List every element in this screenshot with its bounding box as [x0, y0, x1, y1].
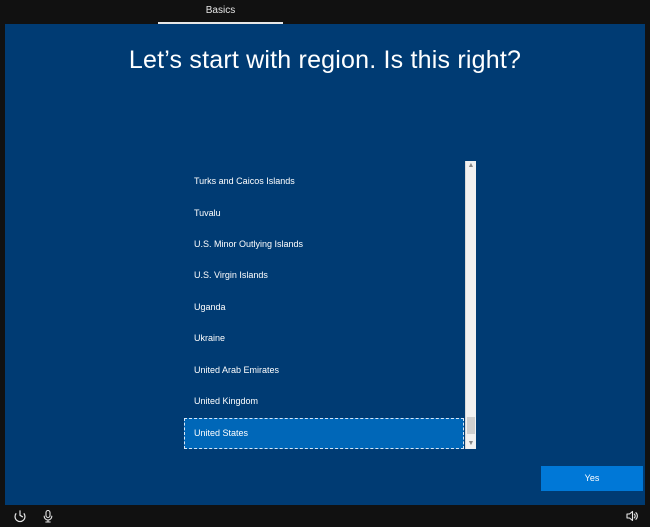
ease-of-access-icon[interactable] [13, 509, 27, 523]
region-option-tuvalu[interactable]: Tuvalu [184, 198, 464, 229]
region-list-scrollbar[interactable]: ▲ ▼ [465, 161, 476, 449]
region-option-us-minor-outlying-islands[interactable]: U.S. Minor Outlying Islands [184, 229, 464, 260]
region-option-united-arab-emirates[interactable]: United Arab Emirates [184, 355, 464, 386]
scroll-down-arrow-icon[interactable]: ▼ [466, 439, 476, 449]
region-option-turks-and-caicos-islands[interactable]: Turks and Caicos Islands [184, 166, 464, 197]
scrollbar-thumb[interactable] [467, 417, 475, 434]
region-list-items: Turks and Caicos Islands Tuvalu U.S. Min… [184, 161, 464, 449]
top-progress-bar: Basics [0, 0, 650, 24]
page-title: Let’s start with region. Is this right? [128, 46, 522, 74]
region-option-united-kingdom[interactable]: United Kingdom [184, 386, 464, 417]
region-list[interactable]: Turks and Caicos Islands Tuvalu U.S. Min… [184, 161, 476, 449]
region-option-us-virgin-islands[interactable]: U.S. Virgin Islands [184, 260, 464, 291]
tab-basics: Basics [158, 0, 283, 24]
volume-icon[interactable] [625, 509, 639, 523]
oobe-screen: Basics Let’s start with region. Is this … [0, 0, 650, 527]
region-option-united-states[interactable]: United States [184, 418, 464, 449]
yes-button[interactable]: Yes [541, 466, 643, 491]
microphone-icon[interactable] [41, 509, 55, 523]
region-option-uganda[interactable]: Uganda [184, 292, 464, 323]
bottom-system-bar [0, 505, 650, 527]
scroll-up-arrow-icon[interactable]: ▲ [466, 161, 476, 171]
region-option-ukraine[interactable]: Ukraine [184, 323, 464, 354]
